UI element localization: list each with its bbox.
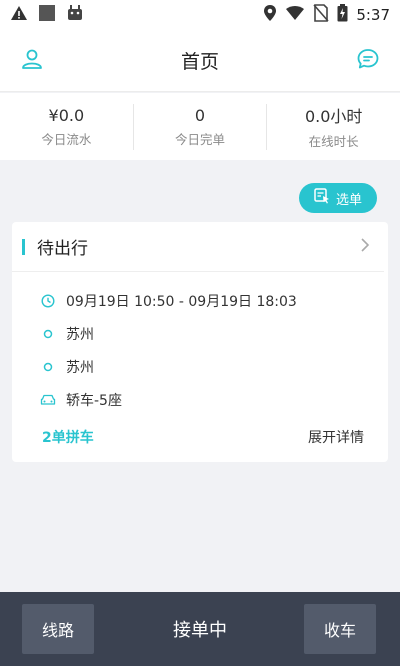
stat-today-orders: 0 今日完单 [134, 103, 268, 150]
stat-value: 0 [194, 105, 206, 125]
status-bar: 5:37 [0, 0, 400, 30]
notification-square-icon [38, 4, 56, 26]
select-order-button[interactable]: 选单 [299, 183, 377, 213]
carpool-count: 2单拼车 [42, 430, 94, 446]
accepting-orders-status[interactable]: 接单中 [173, 616, 227, 642]
select-order-label: 选单 [335, 192, 362, 208]
time-range: 09月19日 10:50 - 09月19日 18:03 [66, 293, 297, 310]
stat-label: 今日流水 [41, 131, 92, 147]
page-title: 首页 [180, 51, 219, 73]
accent-bar [22, 238, 25, 255]
battery-charging-icon [337, 4, 348, 26]
profile-button[interactable] [18, 47, 46, 75]
stat-value: ¥0.0 [48, 105, 85, 125]
select-order-icon [314, 188, 330, 208]
order-status-title: 待出行 [37, 239, 88, 259]
destination-dot-icon [40, 359, 56, 375]
order-card-footer: 2单拼车 展开详情 [12, 422, 388, 452]
app-header: 首页 [0, 30, 400, 92]
status-time: 5:37 [356, 6, 390, 24]
stat-online-hours: 0.0小时 在线时长 [267, 104, 400, 150]
no-sim-icon [313, 4, 329, 26]
time-row: 09月19日 10:50 - 09月19日 18:03 [40, 284, 388, 317]
stats-panel: ¥0.0 今日流水 0 今日完单 0.0小时 在线时长 [0, 93, 400, 160]
user-icon [20, 47, 44, 75]
android-robot-icon [66, 5, 84, 25]
car-type-row: 轿车-5座 [40, 383, 388, 416]
warning-icon [10, 5, 28, 25]
order-card[interactable]: 待出行 09月19日 10:50 - 09月19日 18:03 苏州 苏州 轿车… [12, 222, 388, 462]
order-card-header[interactable]: 待出行 [12, 222, 384, 272]
end-shift-button[interactable]: 收车 [304, 604, 376, 654]
car-icon [40, 392, 56, 408]
wifi-icon [285, 5, 305, 25]
chevron-right-icon [360, 237, 370, 257]
expand-details-link[interactable]: 展开详情 [308, 427, 364, 447]
destination-city: 苏州 [66, 359, 94, 376]
origin-row: 苏州 [40, 317, 388, 350]
clock-icon [40, 293, 56, 309]
stat-today-income: ¥0.0 今日流水 [0, 103, 134, 150]
stat-label: 在线时长 [308, 134, 359, 149]
stat-label: 今日完单 [175, 131, 226, 147]
location-icon [263, 4, 277, 26]
order-card-body: 09月19日 10:50 - 09月19日 18:03 苏州 苏州 轿车-5座 [12, 272, 388, 416]
bottom-bar: 线路 接单中 收车 [0, 592, 400, 666]
origin-dot-icon [40, 326, 56, 342]
route-button[interactable]: 线路 [22, 604, 94, 654]
message-icon [356, 47, 380, 75]
stat-value: 0.0小时 [304, 107, 363, 126]
destination-row: 苏州 [40, 350, 388, 383]
car-type: 轿车-5座 [66, 392, 122, 409]
messages-button[interactable] [354, 47, 382, 75]
origin-city: 苏州 [66, 326, 94, 343]
